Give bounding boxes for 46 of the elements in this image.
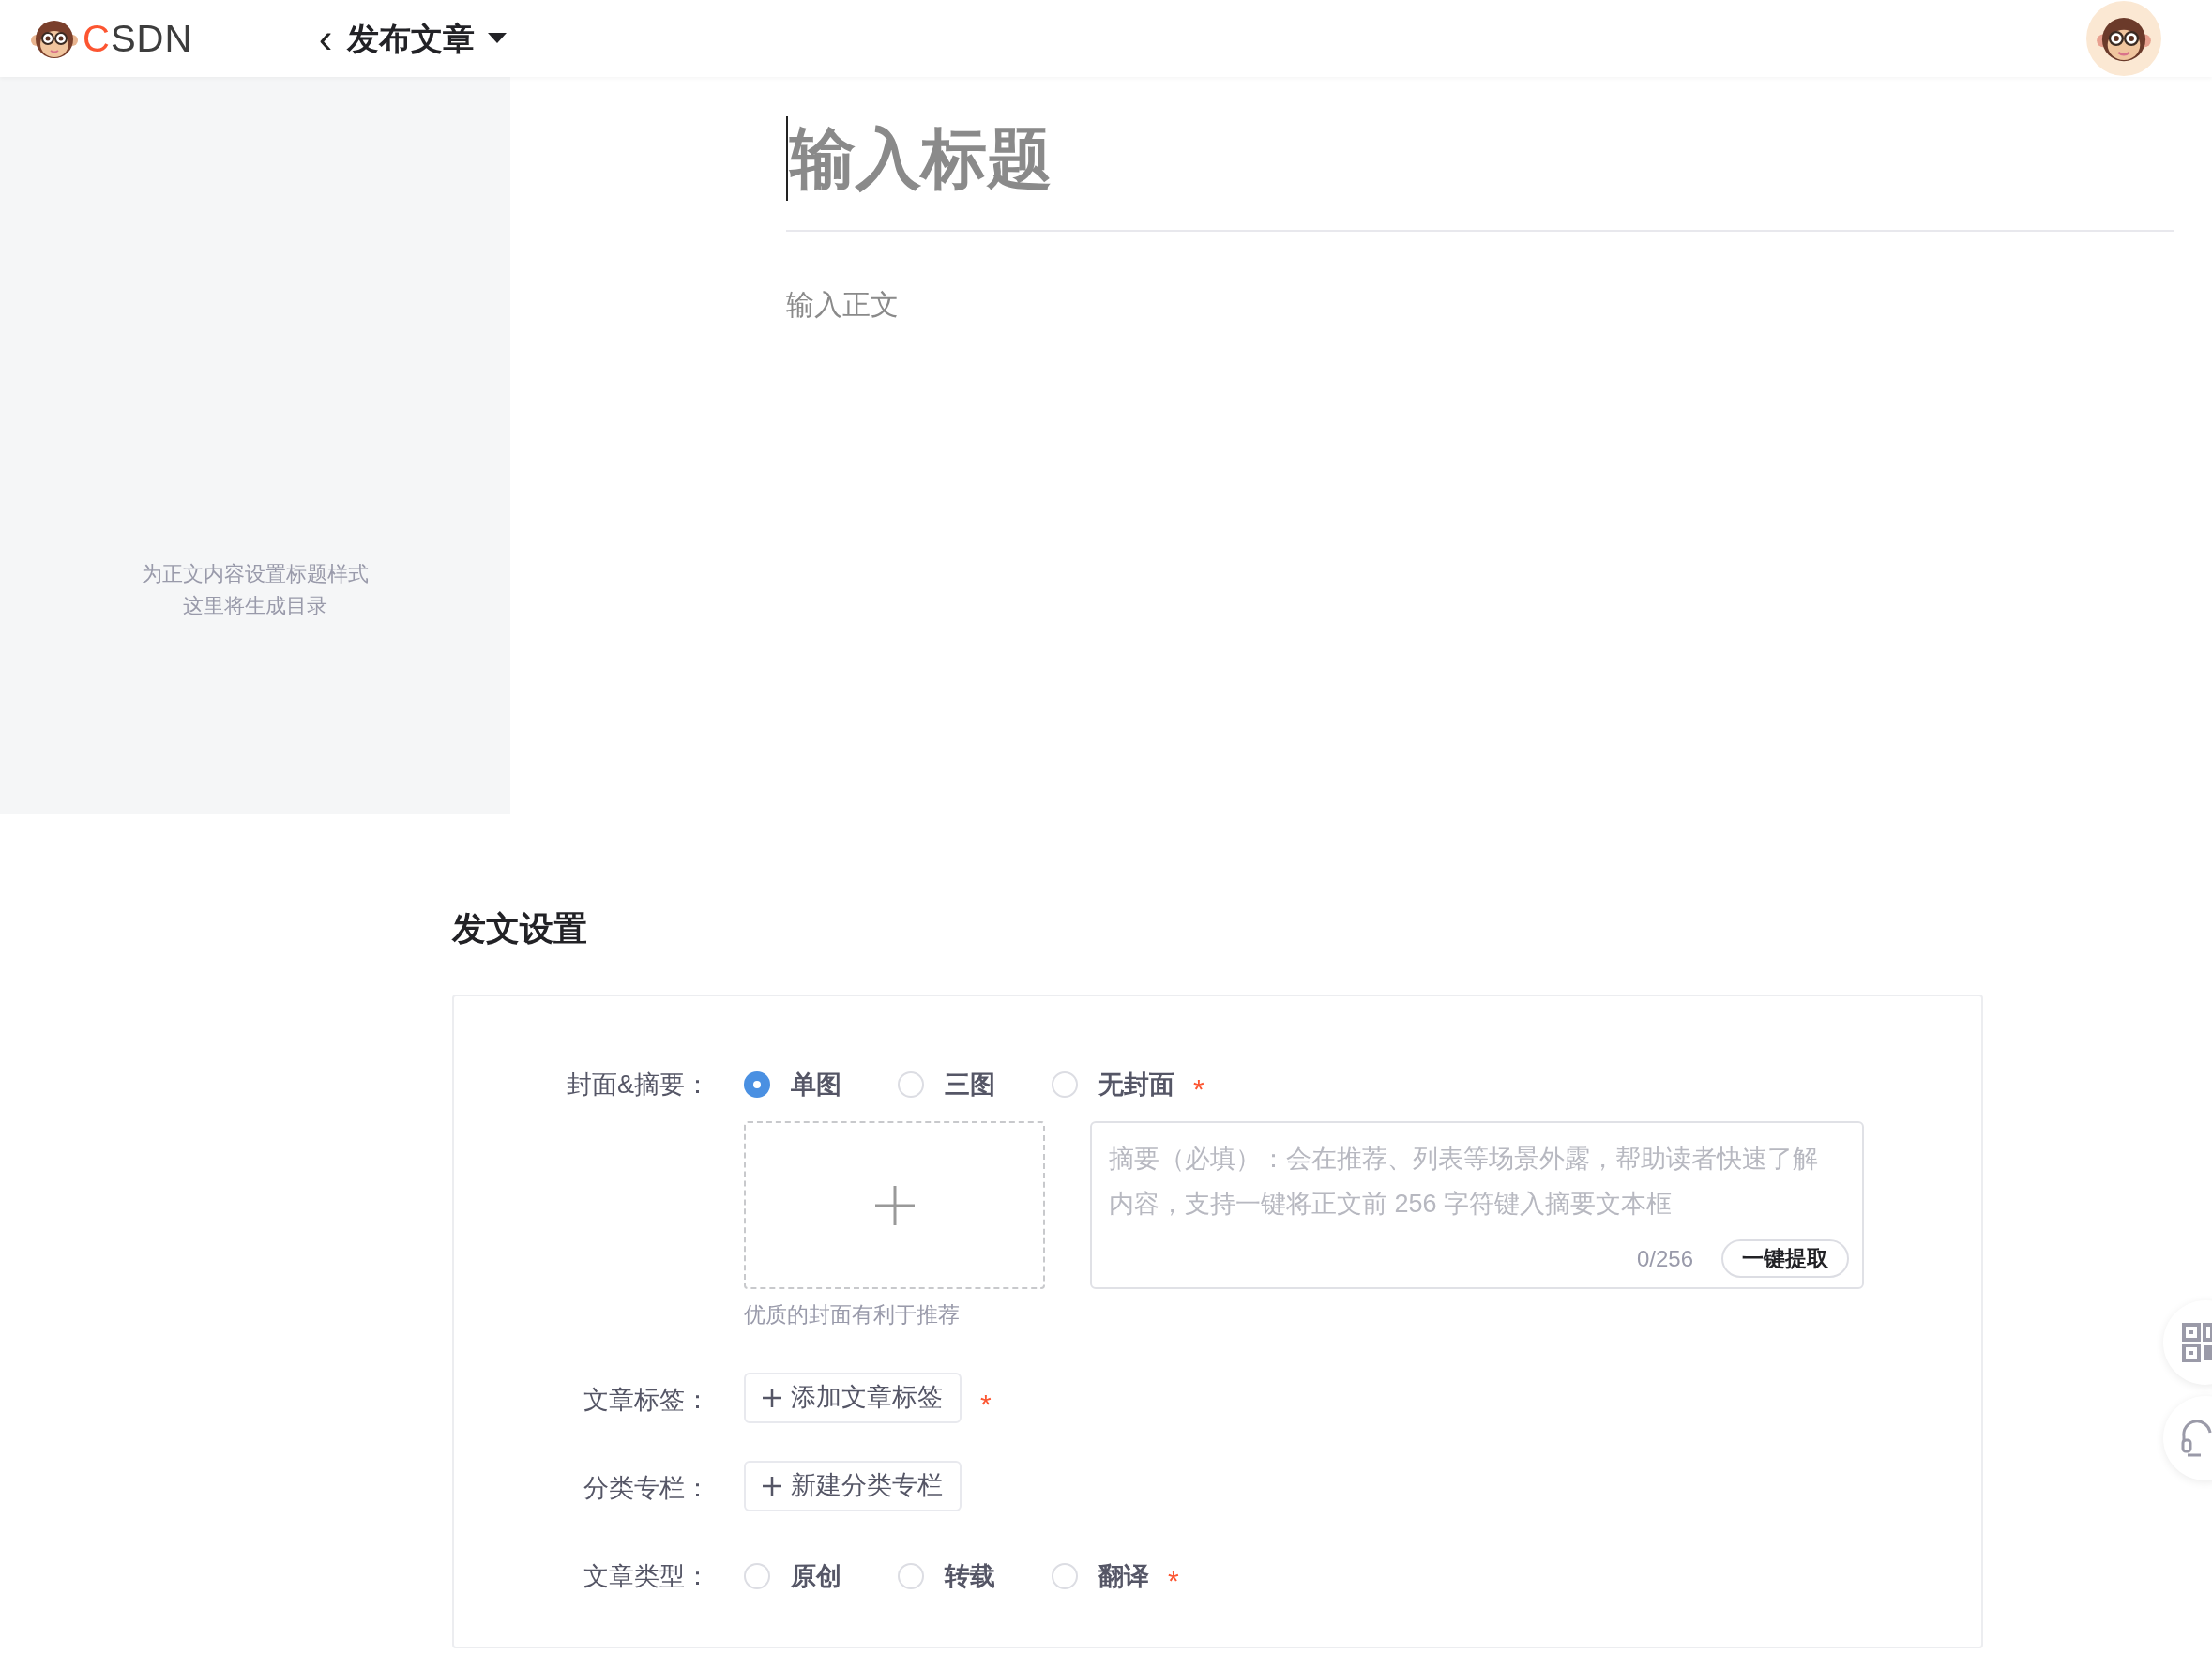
summary-placeholder: 摘要（必填）：会在推荐、列表等场景外露，帮助读者快速了解内容，支持一键将正文前 256 字符键入摘要文本框 [1109,1144,1819,1220]
back-button[interactable]: ‹ [311,18,340,59]
radio-label: 无封面 [1098,1069,1174,1101]
plus-icon [763,1476,781,1496]
radio-label: 翻译 [1098,1560,1149,1592]
cover-upload[interactable] [744,1121,1045,1289]
radio-button[interactable] [898,1562,924,1589]
outline-hint: 这里将生成目录 [183,593,327,619]
radio-button[interactable] [1052,1071,1078,1098]
plus-icon [763,1388,781,1407]
radio-button[interactable] [744,1562,770,1589]
required-mark: * [1193,1075,1204,1103]
radio-label: 单图 [791,1069,841,1101]
radio-option[interactable]: 原创 [744,1556,898,1596]
radio-label: 三图 [945,1069,995,1101]
field-label: 文章标签： [583,1384,710,1416]
field-label: 文章类型： [583,1560,710,1592]
add-button[interactable]: 添加文章标签 [744,1372,962,1423]
radio-label: 原创 [791,1560,841,1592]
field-label: 分类专栏： [583,1472,710,1504]
radio-option[interactable]: 单图 [744,1065,898,1104]
extract-button[interactable]: 一键提取 [1721,1239,1849,1278]
headset-icon [2180,1420,2212,1457]
outline-hint: 为正文内容设置标题样式 [142,561,369,587]
title-dropdown[interactable]: 发布文章 [347,14,507,63]
radio-button[interactable] [744,1071,770,1098]
caret-down-icon [488,33,507,44]
field-label: 封面&摘要： [566,1070,710,1101]
section-heading: 发文设置 [452,912,588,946]
radio-option[interactable]: 三图 [898,1065,1052,1104]
page-title: 发布文章 [347,19,475,58]
required-mark: * [980,1389,992,1419]
radio-option[interactable]: 无封面 [1052,1065,1174,1104]
required-mark: * [1168,1566,1179,1595]
radio-button[interactable] [1052,1562,1078,1589]
radio-option[interactable]: 转载 [898,1556,1052,1596]
plus-icon [874,1185,915,1225]
qr-code-icon [2182,1323,2212,1362]
radio-label: 转载 [945,1560,995,1592]
radio-button[interactable] [898,1071,924,1098]
radio-option[interactable]: 翻译 [1052,1556,1149,1596]
summary-input[interactable]: 摘要（必填）：会在推荐、列表等场景外露，帮助读者快速了解内容，支持一键将正文前 256 字符键入摘要文本框 0/256 一键提取 [1090,1121,1864,1289]
logo-wordmark[interactable]: CSDN [83,20,193,57]
upload-hint: 优质的封面有利于推荐 [744,1301,961,1329]
character-count: 0/256 [1636,1244,1693,1273]
add-button[interactable]: 新建分类专栏 [744,1460,962,1511]
